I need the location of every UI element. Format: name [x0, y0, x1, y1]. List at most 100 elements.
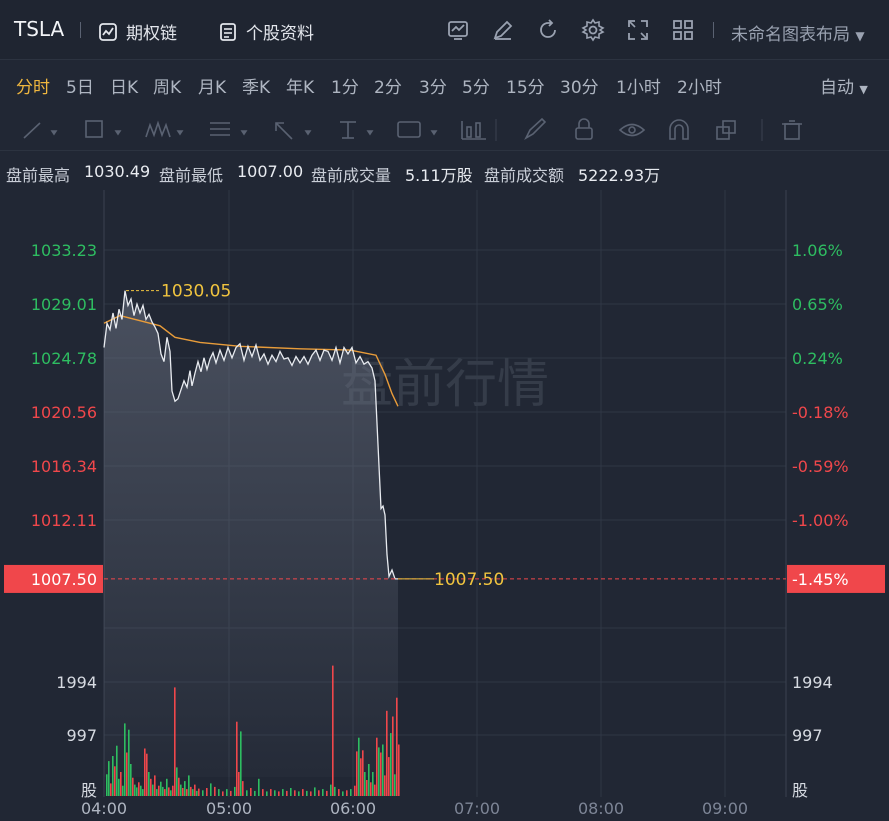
volume-tick: 1994 — [792, 673, 833, 692]
volume-bar — [258, 778, 260, 796]
volume-bar — [376, 737, 378, 796]
volume-bar — [384, 775, 386, 796]
tab-period-3[interactable]: 周K — [153, 73, 181, 98]
volume-unit: 股 — [792, 781, 808, 800]
volume-bar — [174, 687, 176, 796]
line-tool-icon[interactable] — [23, 122, 58, 139]
volume-bar — [314, 787, 316, 796]
volume-bar — [330, 784, 332, 796]
volume-bar — [116, 745, 118, 796]
tab-period-14[interactable]: 2小时 — [677, 73, 722, 98]
volume-bar — [294, 790, 296, 796]
volume-bar — [302, 789, 304, 796]
eye-icon[interactable] — [618, 123, 646, 137]
text-tool-icon[interactable] — [397, 121, 438, 138]
time-tick: 07:00 — [454, 799, 500, 818]
amount-label: 盘前成交额 — [484, 166, 565, 185]
volume-bar — [184, 781, 186, 796]
tab-period-12[interactable]: 30分 — [560, 73, 599, 98]
measure-tool-icon[interactable] — [340, 121, 374, 139]
fib-tool-icon[interactable] — [210, 122, 248, 136]
tab-period-13[interactable]: 1小时 — [616, 73, 661, 98]
volume-bar — [358, 737, 360, 796]
tab-period-8[interactable]: 2分 — [374, 73, 402, 98]
tab-period-10[interactable]: 5分 — [462, 73, 490, 98]
volume-bar — [180, 784, 182, 796]
magnet-icon[interactable] — [669, 119, 689, 140]
pct-tick: -0.18% — [792, 403, 849, 422]
tab-period-7[interactable]: 1分 — [331, 73, 359, 98]
tab-period-11[interactable]: 15分 — [506, 73, 545, 98]
volume-bar — [154, 775, 156, 796]
trash-icon[interactable] — [782, 120, 802, 140]
lock-icon[interactable] — [575, 118, 593, 140]
gear-icon[interactable] — [581, 18, 605, 42]
volume-bar — [190, 786, 192, 796]
tab-period-5[interactable]: 季K — [242, 73, 270, 98]
candle-tool-icon[interactable] — [461, 121, 486, 140]
volume-bar — [338, 789, 340, 796]
brush-tool-icon[interactable] — [524, 117, 547, 141]
indicator-icon[interactable] — [446, 18, 470, 42]
volume-bar — [146, 753, 148, 796]
grid-layout-icon[interactable] — [671, 18, 695, 42]
time-tick: 08:00 — [578, 799, 624, 818]
volume-bar — [350, 789, 352, 796]
price-tick: 1016.34 — [31, 457, 97, 476]
price-tick: 1020.56 — [31, 403, 97, 422]
current-pct-text: -1.45% — [792, 570, 849, 589]
tab-period-4[interactable]: 月K — [198, 73, 226, 98]
volume-bar — [396, 697, 398, 796]
edit-icon[interactable] — [491, 18, 515, 42]
volume-bar — [250, 788, 252, 796]
caret-down-icon: ▼ — [855, 29, 865, 43]
tab-period-6[interactable]: 年K — [286, 73, 314, 98]
time-tick: 06:00 — [330, 799, 376, 818]
arrow-tool-icon[interactable] — [275, 122, 312, 140]
volume-bar — [366, 780, 368, 796]
volume-bar — [398, 744, 400, 796]
volume-bar — [132, 777, 134, 796]
stock-info-button[interactable]: 个股资料 — [218, 19, 314, 44]
volume-bar — [370, 782, 372, 796]
volume-bar — [234, 786, 236, 796]
volume-bar — [118, 778, 120, 796]
volume-bar — [158, 785, 160, 796]
tab-period-1[interactable]: 5日 — [66, 73, 94, 98]
volume-bar — [198, 788, 200, 796]
rectangle-tool-icon[interactable] — [85, 120, 122, 138]
volume-bar — [334, 786, 336, 796]
refresh-icon[interactable] — [536, 18, 560, 42]
intraday-chart[interactable]: 盘前行情1033.231029.011024.781020.561016.341… — [0, 188, 889, 821]
volume-bar — [114, 766, 116, 796]
tab-period-2[interactable]: 日K — [110, 73, 138, 98]
fullscreen-icon[interactable] — [626, 18, 650, 42]
layout-selector[interactable]: 未命名图表布局 ▼ — [731, 20, 865, 45]
options-chain-button[interactable]: 期权链 — [98, 19, 177, 44]
volume-bar — [290, 788, 292, 796]
volume-bar — [310, 791, 312, 796]
volume-bar — [360, 758, 362, 796]
layout-name: 未命名图表布局 — [731, 25, 850, 45]
volume-bar — [138, 782, 140, 796]
tab-period-9[interactable]: 3分 — [419, 73, 447, 98]
volume-bar — [390, 733, 392, 796]
volume-bar — [230, 790, 232, 796]
volume-bar — [394, 774, 396, 796]
tab-period-0[interactable]: 分时 — [16, 73, 50, 98]
volume-bar — [210, 783, 212, 796]
layers-icon[interactable] — [716, 120, 736, 140]
ticker-symbol: TSLA — [14, 17, 65, 41]
volume-bar — [322, 789, 324, 796]
volume-bar — [152, 784, 154, 796]
pattern-tool-icon[interactable] — [145, 120, 184, 138]
volume-bar — [172, 785, 174, 796]
amount-value: 5222.93万 — [578, 166, 661, 185]
volume-bar — [164, 789, 166, 796]
volume-bar — [176, 767, 178, 796]
peak-price-label: 1030.05 — [161, 282, 231, 302]
pct-tick: -1.00% — [792, 511, 849, 530]
volume-bar — [112, 756, 114, 796]
auto-scale-selector[interactable]: 自动 ▼ — [820, 73, 868, 98]
volume-bar — [140, 785, 142, 796]
